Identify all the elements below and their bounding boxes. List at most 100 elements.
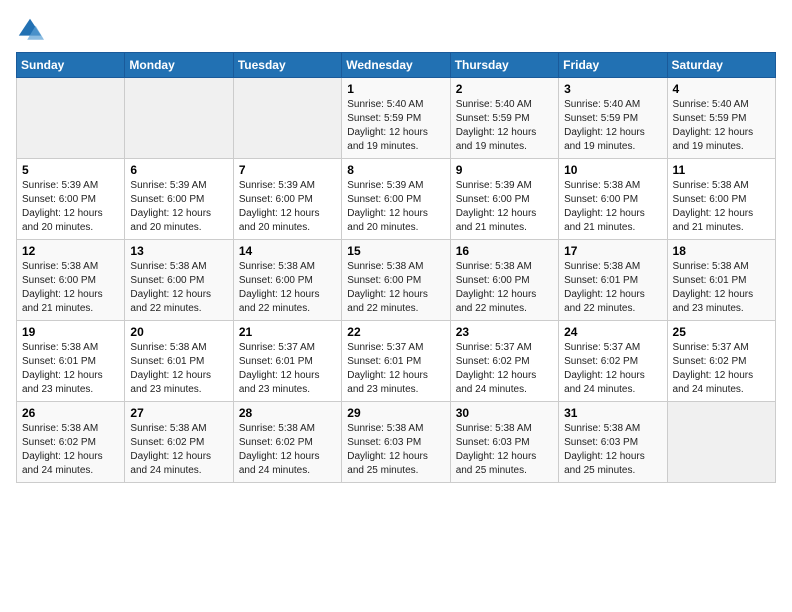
calendar-cell: 4 Sunrise: 5:40 AM Sunset: 5:59 PM Daylig… (667, 78, 775, 159)
day-number: 25 (673, 325, 770, 339)
calendar-week-row: 5Sunrise: 5:39 AM Sunset: 6:00 PM Daylig… (17, 159, 776, 240)
calendar-cell: 16 Sunrise: 5:38 AM Sunset: 6:00 PM Dayli… (450, 240, 558, 321)
day-info: Sunrise: 5:37 AM Sunset: 6:01 PM Dayligh… (239, 341, 336, 397)
calendar-week-row: 26 Sunrise: 5:38 AM Sunset: 6:02 PM Dayli… (17, 402, 776, 483)
calendar-cell: 30Sunrise: 5:38 AM Sunset: 6:03 PM Dayli… (450, 402, 558, 483)
day-info: Sunrise: 5:38 AM Sunset: 6:00 PM Dayligh… (130, 260, 227, 316)
day-info: Sunrise: 5:38 AM Sunset: 6:00 PM Dayligh… (22, 260, 119, 316)
day-number: 8 (347, 163, 444, 177)
day-info: Sunrise: 5:38 AM Sunset: 6:00 PM Dayligh… (456, 260, 553, 316)
day-number: 3 (564, 82, 661, 96)
calendar-cell: 27Sunrise: 5:38 AM Sunset: 6:02 PM Dayli… (125, 402, 233, 483)
day-number: 1 (347, 82, 444, 96)
day-number: 14 (239, 244, 336, 258)
calendar-cell: 23 Sunrise: 5:37 AM Sunset: 6:02 PM Dayli… (450, 321, 558, 402)
weekday-header: Sunday (17, 53, 125, 78)
day-number: 23 (456, 325, 553, 339)
calendar-cell (17, 78, 125, 159)
calendar-cell: 6Sunrise: 5:39 AM Sunset: 6:00 PM Daylig… (125, 159, 233, 240)
calendar-cell: 26 Sunrise: 5:38 AM Sunset: 6:02 PM Dayli… (17, 402, 125, 483)
calendar-cell: 1 Sunrise: 5:40 AM Sunset: 5:59 PM Daylig… (342, 78, 450, 159)
calendar-cell (233, 78, 341, 159)
weekday-header: Saturday (667, 53, 775, 78)
day-info: Sunrise: 5:39 AM Sunset: 6:00 PM Dayligh… (347, 179, 444, 235)
day-number: 22 (347, 325, 444, 339)
calendar-week-row: 1 Sunrise: 5:40 AM Sunset: 5:59 PM Daylig… (17, 78, 776, 159)
calendar-cell: 21 Sunrise: 5:37 AM Sunset: 6:01 PM Dayli… (233, 321, 341, 402)
day-info: Sunrise: 5:39 AM Sunset: 6:00 PM Dayligh… (239, 179, 336, 235)
calendar-cell: 3 Sunrise: 5:40 AM Sunset: 5:59 PM Daylig… (559, 78, 667, 159)
day-info: Sunrise: 5:40 AM Sunset: 5:59 PM Dayligh… (347, 98, 444, 154)
calendar-week-row: 12Sunrise: 5:38 AM Sunset: 6:00 PM Dayli… (17, 240, 776, 321)
day-info: Sunrise: 5:38 AM Sunset: 6:01 PM Dayligh… (22, 341, 119, 397)
day-number: 31 (564, 406, 661, 420)
weekday-header: Thursday (450, 53, 558, 78)
day-number: 17 (564, 244, 661, 258)
day-number: 20 (130, 325, 227, 339)
day-number: 18 (673, 244, 770, 258)
calendar-cell: 20 Sunrise: 5:38 AM Sunset: 6:01 PM Dayli… (125, 321, 233, 402)
day-number: 9 (456, 163, 553, 177)
day-number: 30 (456, 406, 553, 420)
calendar-header: SundayMondayTuesdayWednesdayThursdayFrid… (17, 53, 776, 78)
calendar-cell: 18 Sunrise: 5:38 AM Sunset: 6:01 PM Dayli… (667, 240, 775, 321)
day-info: Sunrise: 5:39 AM Sunset: 6:00 PM Dayligh… (456, 179, 553, 235)
calendar-cell: 14Sunrise: 5:38 AM Sunset: 6:00 PM Dayli… (233, 240, 341, 321)
calendar-cell: 19Sunrise: 5:38 AM Sunset: 6:01 PM Dayli… (17, 321, 125, 402)
calendar-week-row: 19Sunrise: 5:38 AM Sunset: 6:01 PM Dayli… (17, 321, 776, 402)
day-number: 15 (347, 244, 444, 258)
calendar-cell: 5Sunrise: 5:39 AM Sunset: 6:00 PM Daylig… (17, 159, 125, 240)
day-info: Sunrise: 5:38 AM Sunset: 6:00 PM Dayligh… (564, 179, 661, 235)
calendar-cell: 10 Sunrise: 5:38 AM Sunset: 6:00 PM Dayli… (559, 159, 667, 240)
calendar-cell: 24Sunrise: 5:37 AM Sunset: 6:02 PM Dayli… (559, 321, 667, 402)
calendar-cell: 31 Sunrise: 5:38 AM Sunset: 6:03 PM Dayli… (559, 402, 667, 483)
day-number: 26 (22, 406, 119, 420)
weekday-header: Tuesday (233, 53, 341, 78)
day-number: 4 (673, 82, 770, 96)
day-number: 13 (130, 244, 227, 258)
day-info: Sunrise: 5:40 AM Sunset: 5:59 PM Dayligh… (564, 98, 661, 154)
weekday-header: Monday (125, 53, 233, 78)
calendar-cell (667, 402, 775, 483)
day-info: Sunrise: 5:39 AM Sunset: 6:00 PM Dayligh… (130, 179, 227, 235)
page-header (16, 16, 776, 44)
day-info: Sunrise: 5:39 AM Sunset: 6:00 PM Dayligh… (22, 179, 119, 235)
day-info: Sunrise: 5:37 AM Sunset: 6:02 PM Dayligh… (673, 341, 770, 397)
day-info: Sunrise: 5:38 AM Sunset: 6:01 PM Dayligh… (130, 341, 227, 397)
calendar-body: 1 Sunrise: 5:40 AM Sunset: 5:59 PM Daylig… (17, 78, 776, 483)
calendar-cell: 13 Sunrise: 5:38 AM Sunset: 6:00 PM Dayli… (125, 240, 233, 321)
calendar-cell: 22 Sunrise: 5:37 AM Sunset: 6:01 PM Dayli… (342, 321, 450, 402)
day-info: Sunrise: 5:38 AM Sunset: 6:01 PM Dayligh… (673, 260, 770, 316)
day-info: Sunrise: 5:40 AM Sunset: 5:59 PM Dayligh… (456, 98, 553, 154)
day-info: Sunrise: 5:38 AM Sunset: 6:00 PM Dayligh… (673, 179, 770, 235)
day-info: Sunrise: 5:38 AM Sunset: 6:03 PM Dayligh… (347, 422, 444, 478)
day-info: Sunrise: 5:38 AM Sunset: 6:02 PM Dayligh… (22, 422, 119, 478)
calendar-cell: 11Sunrise: 5:38 AM Sunset: 6:00 PM Dayli… (667, 159, 775, 240)
calendar-cell: 8 Sunrise: 5:39 AM Sunset: 6:00 PM Daylig… (342, 159, 450, 240)
day-info: Sunrise: 5:38 AM Sunset: 6:01 PM Dayligh… (564, 260, 661, 316)
day-info: Sunrise: 5:40 AM Sunset: 5:59 PM Dayligh… (673, 98, 770, 154)
day-info: Sunrise: 5:38 AM Sunset: 6:03 PM Dayligh… (564, 422, 661, 478)
day-info: Sunrise: 5:37 AM Sunset: 6:02 PM Dayligh… (456, 341, 553, 397)
day-number: 10 (564, 163, 661, 177)
calendar-cell: 17 Sunrise: 5:38 AM Sunset: 6:01 PM Dayli… (559, 240, 667, 321)
day-number: 7 (239, 163, 336, 177)
calendar-cell: 28Sunrise: 5:38 AM Sunset: 6:02 PM Dayli… (233, 402, 341, 483)
calendar-cell (125, 78, 233, 159)
weekday-header: Wednesday (342, 53, 450, 78)
day-info: Sunrise: 5:37 AM Sunset: 6:02 PM Dayligh… (564, 341, 661, 397)
calendar-cell: 12Sunrise: 5:38 AM Sunset: 6:00 PM Dayli… (17, 240, 125, 321)
logo-icon (16, 16, 44, 44)
day-info: Sunrise: 5:37 AM Sunset: 6:01 PM Dayligh… (347, 341, 444, 397)
day-number: 29 (347, 406, 444, 420)
day-number: 21 (239, 325, 336, 339)
calendar-cell: 29 Sunrise: 5:38 AM Sunset: 6:03 PM Dayli… (342, 402, 450, 483)
weekday-header: Friday (559, 53, 667, 78)
day-number: 16 (456, 244, 553, 258)
day-number: 27 (130, 406, 227, 420)
calendar-cell: 9 Sunrise: 5:39 AM Sunset: 6:00 PM Daylig… (450, 159, 558, 240)
calendar-cell: 15Sunrise: 5:38 AM Sunset: 6:00 PM Dayli… (342, 240, 450, 321)
weekday-header-row: SundayMondayTuesdayWednesdayThursdayFrid… (17, 53, 776, 78)
day-number: 28 (239, 406, 336, 420)
calendar: SundayMondayTuesdayWednesdayThursdayFrid… (16, 52, 776, 483)
